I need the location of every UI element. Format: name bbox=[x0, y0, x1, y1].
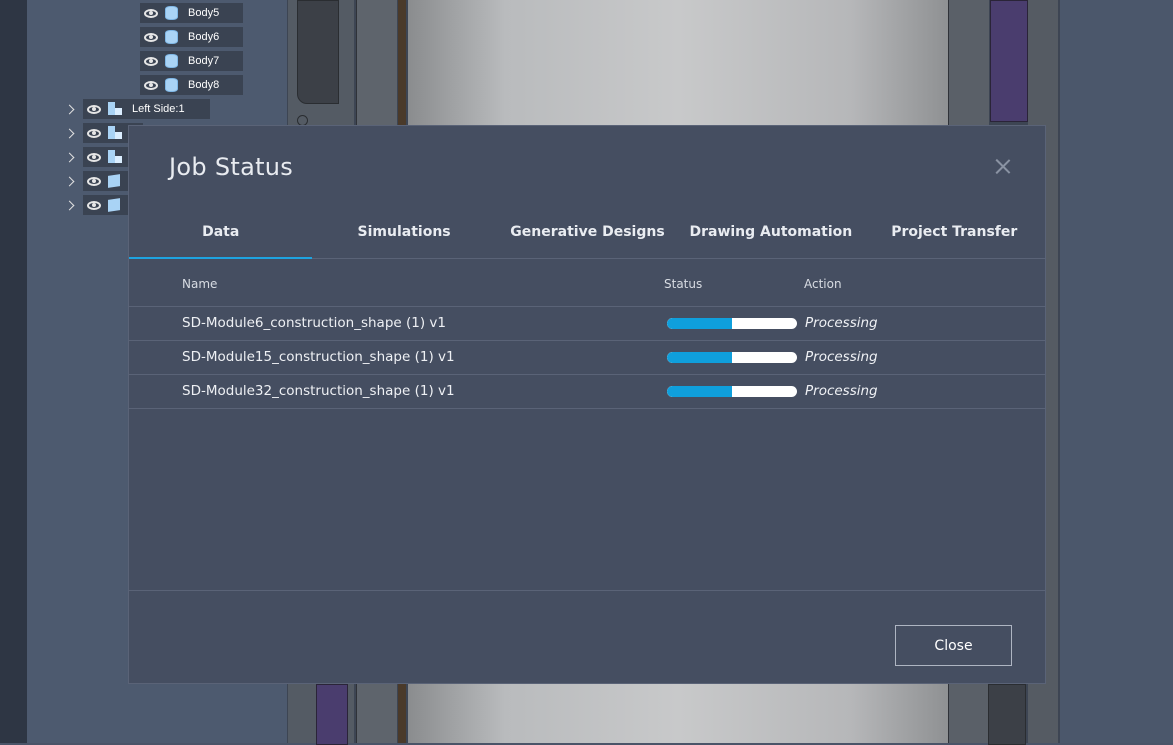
tree-item-label: Body7 bbox=[188, 55, 220, 67]
chevron-right-icon[interactable] bbox=[64, 104, 75, 114]
body-cylinder-icon bbox=[165, 30, 178, 44]
progress-bar bbox=[667, 386, 797, 397]
tree-item-body[interactable]: Body6 bbox=[140, 27, 243, 47]
body-box-icon bbox=[108, 174, 120, 188]
eye-icon[interactable] bbox=[144, 56, 158, 66]
tree-item-component[interactable]: Left Side:1 bbox=[64, 99, 210, 119]
tree-item-label: Left Side:1 bbox=[132, 103, 185, 115]
tree-item-label: Body6 bbox=[188, 31, 220, 43]
chevron-right-icon[interactable] bbox=[64, 128, 75, 138]
eye-icon[interactable] bbox=[144, 32, 158, 42]
progress-bar bbox=[667, 352, 797, 363]
progress-bar bbox=[667, 318, 797, 329]
tab-generative-designs[interactable]: Generative Designs bbox=[496, 212, 679, 258]
job-name: SD-Module6_construction_shape (1) v1 bbox=[182, 315, 446, 331]
tree-item-body[interactable]: Body5 bbox=[140, 3, 243, 23]
chevron-right-icon[interactable] bbox=[64, 152, 75, 162]
dialog-title: Job Status bbox=[169, 153, 294, 181]
right-panel bbox=[1060, 0, 1173, 743]
table-row: SD-Module15_construction_shape (1) v1 Pr… bbox=[129, 341, 1046, 375]
eye-icon[interactable] bbox=[87, 152, 101, 162]
job-status-dialog: Job Status Data Simulations Generative D… bbox=[128, 125, 1046, 684]
column-header-name: Name bbox=[182, 277, 218, 291]
table-row: SD-Module6_construction_shape (1) v1 Pro… bbox=[129, 307, 1046, 341]
viewport-model-part bbox=[316, 684, 348, 745]
column-header-action: Action bbox=[804, 277, 842, 291]
tab-drawing-automation[interactable]: Drawing Automation bbox=[679, 212, 862, 258]
job-status-text: Processing bbox=[805, 349, 878, 365]
viewport-model-part bbox=[988, 684, 1026, 745]
job-type-tabs: Data Simulations Generative Designs Draw… bbox=[129, 212, 1046, 259]
viewport-model-part bbox=[990, 0, 1028, 122]
job-name: SD-Module15_construction_shape (1) v1 bbox=[182, 349, 455, 365]
tree-item-label: Body5 bbox=[188, 7, 220, 19]
eye-icon[interactable] bbox=[87, 176, 101, 186]
tab-project-transfer[interactable]: Project Transfer bbox=[863, 212, 1046, 258]
table-header: Name Status Action bbox=[129, 259, 1046, 307]
progress-fill bbox=[667, 352, 732, 363]
body-box-icon bbox=[108, 198, 120, 212]
tab-data[interactable]: Data bbox=[129, 212, 313, 259]
tree-item-body[interactable]: Body7 bbox=[140, 51, 243, 71]
eye-icon[interactable] bbox=[144, 8, 158, 18]
progress-fill bbox=[667, 318, 732, 329]
progress-fill bbox=[667, 386, 732, 397]
body-cylinder-icon bbox=[165, 6, 178, 20]
eye-icon[interactable] bbox=[87, 128, 101, 138]
body-cylinder-icon bbox=[165, 78, 178, 92]
close-icon[interactable] bbox=[993, 156, 1013, 176]
footer-divider bbox=[129, 590, 1046, 591]
job-status-text: Processing bbox=[805, 383, 878, 399]
left-toolbar-strip bbox=[0, 0, 27, 743]
chevron-right-icon[interactable] bbox=[64, 200, 75, 210]
component-icon bbox=[108, 126, 122, 140]
tree-item-body[interactable]: Body8 bbox=[140, 75, 243, 95]
job-name: SD-Module32_construction_shape (1) v1 bbox=[182, 383, 455, 399]
eye-icon[interactable] bbox=[87, 104, 101, 114]
table-row: SD-Module32_construction_shape (1) v1 Pr… bbox=[129, 375, 1046, 409]
component-icon bbox=[108, 150, 122, 164]
tab-simulations[interactable]: Simulations bbox=[312, 212, 495, 258]
tree-item-label: Body8 bbox=[188, 79, 220, 91]
chevron-right-icon[interactable] bbox=[64, 176, 75, 186]
close-button[interactable]: Close bbox=[895, 625, 1012, 666]
component-icon bbox=[108, 102, 122, 116]
body-cylinder-icon bbox=[165, 54, 178, 68]
viewport-model-part bbox=[297, 0, 339, 104]
eye-icon[interactable] bbox=[144, 80, 158, 90]
job-status-text: Processing bbox=[805, 315, 878, 331]
column-header-status: Status bbox=[664, 277, 703, 291]
eye-icon[interactable] bbox=[87, 200, 101, 210]
